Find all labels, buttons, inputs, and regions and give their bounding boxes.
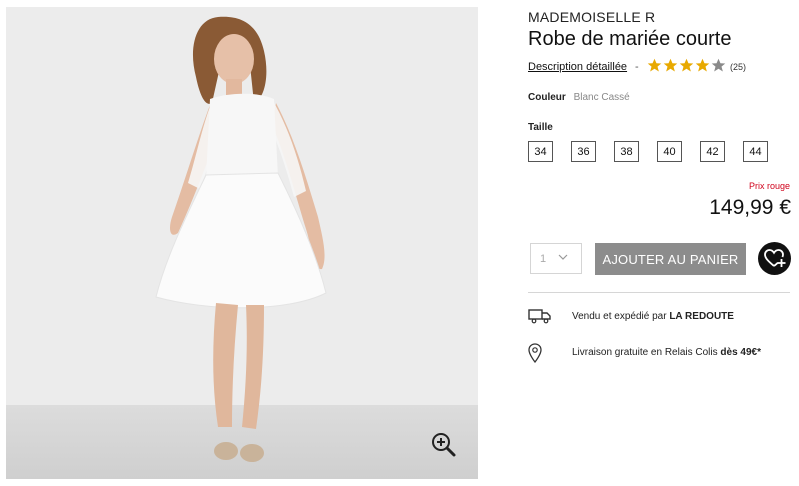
size-option[interactable]: 44	[743, 141, 768, 162]
truck-icon	[528, 309, 551, 324]
model-in-dress-illustration	[155, 16, 327, 462]
size-option[interactable]: 38	[614, 141, 639, 162]
star-icon	[695, 58, 710, 72]
seller-info: Vendu et expédié par LA REDOUTE	[528, 306, 790, 326]
delivery-info: Livraison gratuite en Relais Colis dès 4…	[528, 343, 790, 365]
chevron-down-icon	[558, 254, 568, 260]
price-label: Prix rouge	[748, 181, 790, 191]
delivery-prefix: Livraison gratuite en Relais Colis	[572, 347, 721, 358]
color-value: Blanc Cassé	[573, 92, 630, 103]
rating-stars[interactable]	[647, 58, 726, 73]
heart-plus-icon	[764, 249, 786, 267]
product-title: Robe de mariée courte	[528, 28, 732, 50]
add-to-cart-button[interactable]: AJOUTER AU PANIER	[595, 243, 746, 275]
zoom-in-icon[interactable]	[430, 431, 458, 459]
price: 149,99 €	[709, 196, 791, 219]
quantity-select[interactable]: 1	[530, 243, 582, 274]
star-icon	[647, 58, 662, 72]
delivery-text: Livraison gratuite en Relais Colis dès 4…	[572, 347, 761, 358]
star-icon	[663, 58, 678, 72]
size-option[interactable]: 36	[571, 141, 596, 162]
seller-name: LA REDOUTE	[669, 311, 734, 322]
star-icon	[679, 58, 694, 72]
location-pin-icon	[528, 343, 542, 363]
rating-separator: -	[635, 61, 639, 73]
size-option[interactable]: 40	[657, 141, 682, 162]
divider	[528, 292, 790, 293]
size-option[interactable]: 42	[700, 141, 725, 162]
color-row: Couleur Blanc Cassé	[528, 92, 630, 103]
rating-count[interactable]: (25)	[730, 62, 746, 72]
brand-name[interactable]: MADEMOISELLE R	[528, 9, 655, 25]
size-option[interactable]: 34	[528, 141, 553, 162]
star-icon	[711, 58, 726, 72]
quantity-value: 1	[540, 253, 547, 265]
size-label: Taille	[528, 122, 553, 133]
delivery-threshold: dès 49€*	[720, 347, 761, 358]
color-label: Couleur	[528, 92, 566, 103]
seller-text: Vendu et expédié par LA REDOUTE	[572, 311, 734, 322]
description-link[interactable]: Description détaillée	[528, 61, 627, 73]
seller-prefix: Vendu et expédié par	[572, 311, 670, 322]
wishlist-button[interactable]	[758, 242, 791, 275]
product-image[interactable]	[6, 7, 478, 479]
